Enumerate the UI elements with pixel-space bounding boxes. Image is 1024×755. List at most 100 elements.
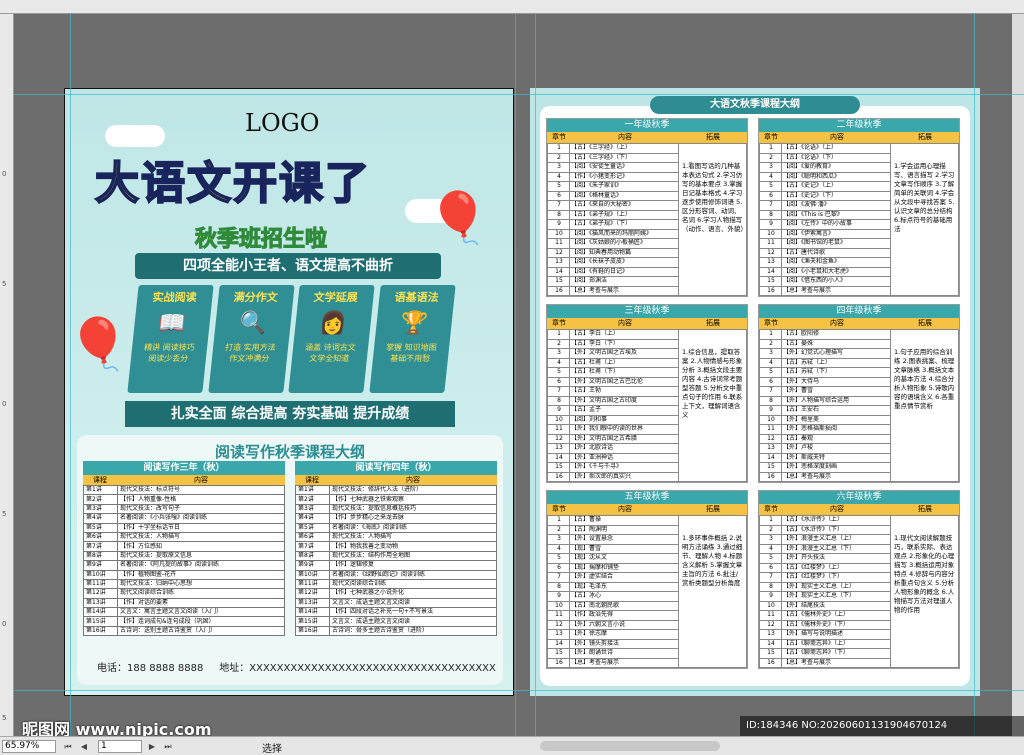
- table-row: 第5讲 名著阅读：《海底》阅读训练: [295, 522, 497, 533]
- last-page-icon[interactable]: ⏭: [162, 740, 174, 753]
- section-number: 7: [547, 386, 570, 397]
- table-row: 2 【古】《水浒传》（下）: [759, 524, 891, 535]
- guide-line[interactable]: [535, 14, 536, 736]
- guide-line[interactable]: [70, 14, 71, 736]
- magnifier-icon: 🔍: [237, 311, 268, 336]
- section-number: 10: [759, 600, 782, 611]
- column-header: 拓展: [918, 505, 932, 513]
- feature-card: 文学延展 👩 涵盖 诗词古文 文学全知道: [288, 285, 375, 393]
- vertical-ruler[interactable]: 0 5 0 5 0 5: [0, 14, 14, 736]
- section-number: 8: [759, 581, 782, 592]
- ruler-mark: 5: [2, 280, 7, 288]
- table-row: 12 【阅】知典春用动物篇: [547, 247, 679, 258]
- page-number-field[interactable]: 1: [98, 740, 142, 753]
- section-number: 13: [759, 629, 782, 640]
- section-number: 5: [547, 367, 570, 378]
- section-content: 【阅】《左传》中的小故事: [781, 219, 891, 230]
- section-number: 14: [547, 452, 570, 463]
- feature-desc: 打造 实用方法: [224, 343, 276, 352]
- table-row: 9 【古】冰心: [547, 591, 679, 602]
- section-content: 【作】政治先得: [569, 610, 679, 621]
- section-number: 9: [759, 591, 782, 602]
- section-number: 10: [547, 600, 570, 611]
- section-number: 4: [547, 357, 570, 368]
- column-header: 章节: [552, 505, 566, 513]
- lesson-content: 现代文阅读综合训练: [117, 588, 285, 599]
- col-lesson: 课程: [305, 476, 319, 484]
- first-page-icon[interactable]: ⏮: [62, 740, 74, 753]
- section-content: 【阅】《格林童话》: [569, 190, 679, 201]
- column-header: 拓展: [706, 319, 720, 327]
- section-number: 7: [759, 200, 782, 211]
- section-content: 【阅】《安徒生童话》: [569, 162, 679, 173]
- watermark-right: ID:184346 NO:20260601131904670124: [740, 716, 1024, 736]
- section-content: 【外】镜头剪接法: [569, 638, 679, 649]
- lesson-table: 第1讲 现代文技法：标点符号 第2讲 【作】人物重像-性格 第3讲 现代文技法：改写句子第…: [83, 484, 285, 637]
- guide-line[interactable]: [974, 14, 975, 736]
- section-content: 【外】悲格深度刻画: [781, 462, 891, 473]
- grade-name: 四年级秋季: [759, 305, 959, 318]
- next-page-icon[interactable]: ▶: [146, 740, 158, 753]
- horizontal-ruler[interactable]: [0, 0, 1024, 14]
- zoom-field[interactable]: 65.97%: [2, 740, 56, 753]
- table-row: 8 【外】现实主义汇总（上）: [759, 581, 891, 592]
- cloud-decoration: [105, 125, 165, 147]
- section-number: 6: [547, 190, 570, 201]
- guide-line[interactable]: [515, 14, 516, 736]
- section-number: 8: [547, 581, 570, 592]
- table-row: 7 【外】曹雪: [759, 386, 891, 397]
- table-header: 阅读写作三年（秋）: [83, 461, 285, 475]
- prev-page-icon[interactable]: ◀: [78, 740, 90, 753]
- section-content: 【古】杜甫（上）: [569, 357, 679, 368]
- section-number: 15: [759, 276, 782, 287]
- extension-notes: 1.现代文阅读解题技巧，联系实际、表达观点 2.形象化的心理描写 3.概括运用对…: [891, 515, 959, 668]
- table-row: 11 【外】悲格福斯损阅: [759, 424, 891, 435]
- section-content: 【阅】《长袜子皮皮》: [569, 257, 679, 268]
- col-content: 内容: [194, 476, 208, 484]
- column-header: 内容: [830, 505, 844, 513]
- column-header: 内容: [830, 319, 844, 327]
- section-number: 14: [759, 638, 782, 649]
- flyer-front-page[interactable]: LOGO 大语文开课了 🎈 🎈 秋季班招生啦 四项全能小王者、语文提高不曲折 实…: [64, 88, 514, 696]
- table-row: 第12讲 现代文阅读综合训练: [83, 588, 285, 599]
- section-number: 11: [759, 610, 782, 621]
- vertical-scrollbar[interactable]: [1012, 14, 1024, 736]
- section-content: 【阅】《有鞋的日记》: [569, 266, 679, 277]
- section-content: 【古】《弟子规》（下）: [569, 219, 679, 230]
- section-content: 【古】李白（下）: [569, 338, 679, 349]
- table-row: 1 【古】李白（上）: [547, 329, 679, 340]
- feature-desc: 掌握 知识地图: [385, 343, 437, 352]
- lesson-number: 第1讲: [83, 484, 118, 496]
- table-row: 10 【阅】刘和事: [547, 414, 679, 425]
- horizontal-scrollbar[interactable]: [540, 741, 720, 751]
- section-content: 【古】《红楼梦》（下）: [781, 572, 891, 583]
- guide-line[interactable]: [14, 690, 1024, 691]
- table-row: 3 【阅】《爱的教育》: [759, 162, 891, 173]
- feature-cards: 实战阅读 📖 精讲 阅读技巧 阅读少丢分 满分作文 🔍 打造 实用方法 作文冲满…: [127, 285, 455, 393]
- flyer-back-page[interactable]: 大语文秋季课程大纲 一年级秋季 章节 内容 拓展 1 【古】《三字经》（上） 2 【古】《三字…: [530, 88, 980, 696]
- lesson-content: 现代文技法：提取信息概括技巧: [329, 503, 497, 515]
- feature-card: 满分作文 🔍 打造 实用方法 作文冲满分: [207, 285, 294, 393]
- lesson-content: 【作】七种武器之铁索观察: [329, 494, 497, 505]
- table-row: 4 【作】《小猪变形记》: [547, 171, 679, 182]
- grade-name: 一年级秋季: [547, 119, 747, 132]
- table-row: 第7讲 【作】物我我善之变动物: [295, 541, 497, 552]
- section-number: 4: [759, 357, 782, 368]
- section-number: 5: [759, 553, 782, 564]
- section-content: 【古】李白（上）: [569, 329, 679, 340]
- guide-line[interactable]: [14, 94, 1024, 95]
- section-content: 【总】考查与展示: [781, 285, 891, 296]
- table-row: 10 【古】南北朝民歌: [547, 600, 679, 611]
- lesson-table: 1 【古】《水浒传》（上） 2 【古】《水浒传》（下） 3 【外】浪漫主义汇总（上） 4 【外…: [759, 515, 891, 668]
- section-content: 【外】浪漫主义汇总（上）: [781, 534, 891, 545]
- feature-desc: 文学全知道: [308, 354, 350, 363]
- section-content: 【古】杜甫（下）: [569, 367, 679, 378]
- lesson-table: 1 【古】《论语》（上） 2 【古】《论语》（下） 3 【阅】《爱的教育》 4 【阅】《聪明和…: [759, 143, 891, 296]
- table-row: 14 【外】镜头剪接法: [547, 638, 679, 649]
- lesson-content: 现代文技法：人物描写: [329, 531, 497, 543]
- table-row: 3 【外】幻觉式心理描写: [759, 348, 891, 359]
- lesson-content: 古诗词：骨多主题古诗鉴赏（进阶）: [329, 625, 497, 637]
- section-content: 【外】《千与千寻》: [569, 462, 679, 473]
- table-row: 14 【外】亚洲神话: [547, 452, 679, 463]
- table-row: 5 【外】开头技法: [759, 553, 891, 564]
